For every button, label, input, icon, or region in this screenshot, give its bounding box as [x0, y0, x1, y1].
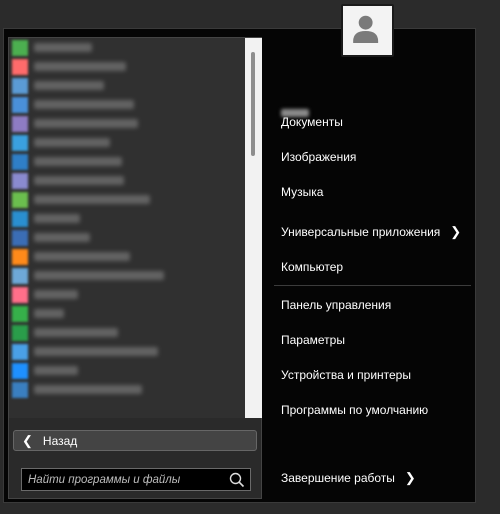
- program-icon: [12, 267, 28, 284]
- program-name-redacted: [34, 290, 78, 299]
- start-menu: ❮ Назад Документы Изображения Музыка Уни…: [3, 28, 476, 503]
- program-item[interactable]: [9, 304, 245, 323]
- program-item[interactable]: [9, 266, 245, 285]
- back-label: Назад: [42, 433, 78, 448]
- program-name-redacted: [34, 233, 90, 242]
- right-item-label: Универсальные приложения: [281, 225, 441, 239]
- chevron-right-icon[interactable]: ❯: [405, 470, 416, 486]
- program-name-redacted: [34, 100, 134, 109]
- program-item[interactable]: [9, 171, 245, 190]
- program-name-redacted: [34, 252, 130, 261]
- program-item[interactable]: [9, 133, 245, 152]
- program-item[interactable]: [9, 152, 245, 171]
- search-icon[interactable]: [228, 471, 246, 489]
- scroll-thumb[interactable]: [251, 52, 255, 156]
- right-item-music[interactable]: Музыка: [281, 185, 323, 199]
- left-pane: ❮ Назад: [8, 37, 262, 499]
- program-icon: [12, 77, 28, 94]
- right-item-label: Изображения: [281, 150, 357, 164]
- right-item-label: Музыка: [281, 185, 324, 199]
- search-box[interactable]: [21, 468, 251, 491]
- program-item[interactable]: [9, 38, 245, 57]
- program-icon: [12, 191, 28, 208]
- program-icon: [12, 134, 28, 151]
- program-item[interactable]: [9, 323, 245, 342]
- program-icon: [12, 39, 28, 56]
- program-name-redacted: [34, 214, 80, 223]
- program-item[interactable]: [9, 190, 245, 209]
- program-icon: [12, 343, 28, 360]
- scrollbar[interactable]: [245, 38, 262, 418]
- program-icon: [12, 58, 28, 75]
- user-avatar[interactable]: [341, 4, 394, 57]
- divider: [274, 285, 471, 286]
- right-item-control-panel[interactable]: Панель управления: [281, 298, 391, 312]
- program-name-redacted: [34, 176, 124, 185]
- program-item[interactable]: [9, 95, 245, 114]
- program-item[interactable]: [9, 247, 245, 266]
- right-item-label: Компьютер: [281, 260, 344, 274]
- user-icon: [353, 15, 379, 43]
- program-icon: [12, 305, 28, 322]
- chevron-right-icon: ❯: [450, 224, 462, 239]
- program-name-redacted: [34, 309, 64, 318]
- back-button[interactable]: ❮ Назад: [13, 430, 257, 451]
- program-name-redacted: [34, 271, 164, 280]
- program-item[interactable]: [9, 76, 245, 95]
- program-name-redacted: [34, 347, 158, 356]
- program-name-redacted: [34, 195, 150, 204]
- program-list[interactable]: [9, 38, 245, 418]
- program-item[interactable]: [9, 361, 245, 380]
- program-name-redacted: [34, 81, 104, 90]
- right-item-computer[interactable]: Компьютер: [281, 260, 343, 274]
- right-item-devices-printers[interactable]: Устройства и принтеры: [281, 368, 411, 382]
- right-item-label: Устройства и принтеры: [281, 368, 411, 382]
- program-item[interactable]: [9, 285, 245, 304]
- right-item-settings[interactable]: Параметры: [281, 333, 345, 347]
- right-item-universal-apps[interactable]: Универсальные приложения ❯: [281, 224, 461, 240]
- program-icon: [12, 172, 28, 189]
- program-icon: [12, 286, 28, 303]
- program-item[interactable]: [9, 380, 245, 399]
- program-name-redacted: [34, 366, 78, 375]
- right-item-default-programs[interactable]: Программы по умолчанию: [281, 403, 428, 417]
- right-item-label: Параметры: [281, 333, 345, 347]
- program-icon: [12, 229, 28, 246]
- program-name-redacted: [34, 385, 142, 394]
- program-name-redacted: [34, 328, 118, 337]
- right-item-label: Панель управления: [281, 298, 392, 312]
- program-name-redacted: [34, 138, 110, 147]
- program-icon: [12, 381, 28, 398]
- program-name-redacted: [34, 157, 122, 166]
- right-item-label: Документы: [281, 115, 343, 129]
- program-item[interactable]: [9, 57, 245, 76]
- shutdown-button[interactable]: Завершение работы ❯: [281, 470, 416, 486]
- program-name-redacted: [34, 62, 126, 71]
- right-item-pictures[interactable]: Изображения: [281, 150, 356, 164]
- shutdown-label: Завершение работы: [281, 471, 395, 485]
- program-name-redacted: [34, 43, 92, 52]
- program-icon: [12, 324, 28, 341]
- program-icon: [12, 248, 28, 265]
- program-item[interactable]: [9, 342, 245, 361]
- program-icon: [12, 96, 28, 113]
- program-item[interactable]: [9, 228, 245, 247]
- program-icon: [12, 153, 28, 170]
- program-icon: [12, 115, 28, 132]
- program-name-redacted: [34, 119, 138, 128]
- program-item[interactable]: [9, 114, 245, 133]
- search-input[interactable]: [22, 469, 228, 490]
- right-item-documents[interactable]: Документы: [281, 115, 343, 129]
- right-item-label: Программы по умолчанию: [281, 403, 429, 417]
- program-icon: [12, 210, 28, 227]
- program-icon: [12, 362, 28, 379]
- chevron-left-icon: ❮: [22, 433, 33, 448]
- program-item[interactable]: [9, 209, 245, 228]
